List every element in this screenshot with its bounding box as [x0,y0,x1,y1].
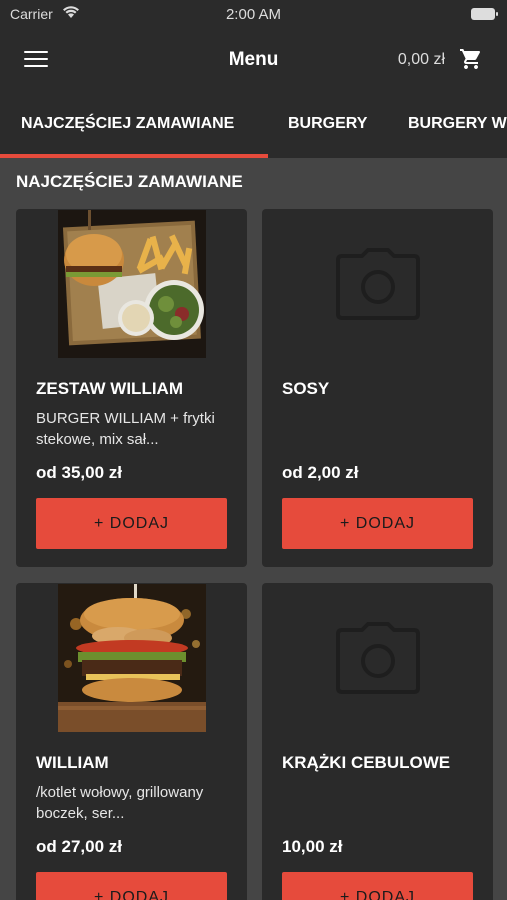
product-image [16,209,247,359]
add-button[interactable]: + DODAJ [282,872,473,900]
product-card[interactable]: WILLIAM /kotlet wołowy, grillowany bocze… [16,583,247,900]
burger-set-photo [57,210,206,358]
tab-najczesciej-zamawiane[interactable]: NAJCZĘŚCIEJ ZAMAWIANE [21,90,234,158]
product-price: od 35,00 zł [36,463,122,482]
add-button[interactable]: + DODAJ [282,498,473,549]
product-description: BURGER WILLIAM + frytki stekowe, mix sał… [36,410,215,448]
product-card[interactable]: KRĄŻKI CEBULOWE 10,00 zł + DODAJ [262,583,493,900]
product-description: /kotlet wołowy, grillowany boczek, ser..… [36,784,204,822]
add-button[interactable]: + DODAJ [36,498,227,549]
product-price: od 27,00 zł [36,837,122,856]
category-tabs: NAJCZĘŚCIEJ ZAMAWIANE BURGERY BURGERY W [0,90,507,158]
camera-icon [335,622,420,694]
tab-burgery[interactable]: BURGERY [288,90,367,158]
battery-icon [471,8,498,20]
cart-icon[interactable] [459,47,483,71]
product-image [16,583,247,733]
cart-total[interactable]: 0,00 zł [398,51,445,69]
product-card[interactable]: ZESTAW WILLIAM BURGER WILLIAM + frytki s… [16,209,247,567]
status-bar: Carrier 2:00 AM [0,0,507,30]
product-image [262,583,493,733]
product-price: od 2,00 zł [282,463,359,482]
product-price: 10,00 zł [282,837,343,856]
product-image [262,209,493,359]
clock: 2:00 AM [225,6,282,23]
camera-icon [335,248,420,320]
product-name: KRĄŻKI CEBULOWE [282,753,451,772]
add-button[interactable]: + DODAJ [36,872,227,900]
active-tab-indicator [0,154,268,158]
app-header: Menu 0,00 zł [0,30,507,90]
tab-burgery-w[interactable]: BURGERY W [408,90,507,158]
burger-photo [57,584,206,732]
product-card[interactable]: SOSY od 2,00 zł + DODAJ [262,209,493,567]
product-name: WILLIAM [36,753,109,772]
section-title: NAJCZĘŚCIEJ ZAMAWIANE [16,172,243,191]
product-name: SOSY [282,379,330,398]
product-name: ZESTAW WILLIAM [36,379,183,398]
